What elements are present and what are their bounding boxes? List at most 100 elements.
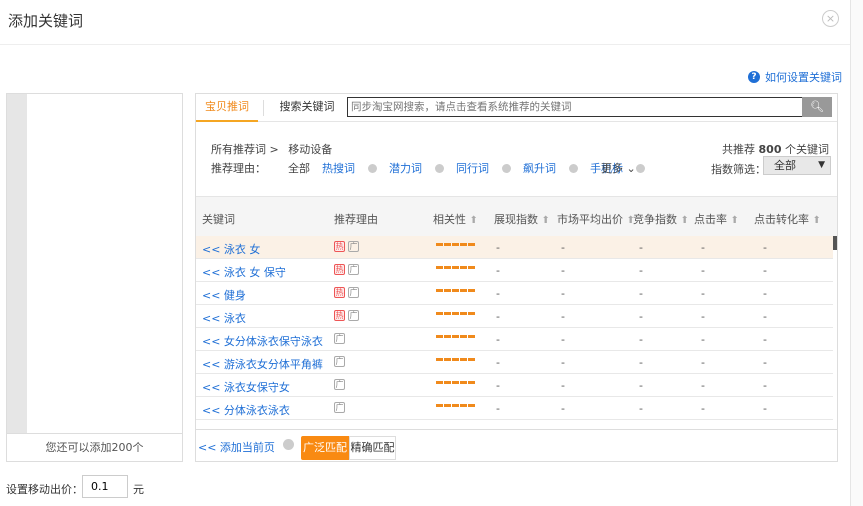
metric-value: - bbox=[763, 264, 767, 277]
metric-value: - bbox=[561, 356, 565, 369]
relevance-segment bbox=[452, 243, 459, 246]
question-icon[interactable] bbox=[368, 164, 377, 173]
bid-input[interactable] bbox=[82, 475, 128, 498]
selected-keywords-panel: 您还可以添加200个 bbox=[6, 93, 183, 462]
close-icon[interactable]: × bbox=[822, 10, 839, 27]
tab-search-keyword[interactable]: 搜索关键词 bbox=[268, 94, 346, 120]
keyword-link[interactable]: << 健身 bbox=[202, 287, 246, 303]
filter-rising-label: 飙升词 bbox=[523, 162, 556, 175]
col-ctr[interactable]: 点击率 ⬆ bbox=[694, 211, 739, 227]
table-row: << 泳衣 女 热广 - - - - - bbox=[196, 236, 833, 259]
sort-arrow-icon: ⬆ bbox=[469, 215, 478, 226]
keyword-link[interactable]: << 分体泳衣泳衣 bbox=[202, 402, 290, 418]
keyword-link[interactable]: << 游泳衣女分体平角裤 bbox=[202, 356, 323, 372]
metric-value: - bbox=[496, 379, 500, 392]
add-current-page-link[interactable]: << 添加当前页 bbox=[198, 439, 275, 455]
relevance-segment bbox=[468, 312, 475, 315]
col-competition[interactable]: 竞争指数 ⬆ bbox=[633, 211, 689, 227]
relevance-segment bbox=[452, 381, 459, 384]
col-label: 市场平均出价 bbox=[557, 213, 623, 226]
table-row: << 健身 热广 - - - - - bbox=[196, 282, 833, 305]
metric-value: - bbox=[496, 287, 500, 300]
col-relevance[interactable]: 相关性 ⬆ bbox=[433, 211, 478, 227]
metric-value: - bbox=[561, 264, 565, 277]
relevance-segment bbox=[436, 312, 443, 315]
metric-value: - bbox=[701, 379, 705, 392]
col-impression[interactable]: 展现指数 ⬆ bbox=[494, 211, 550, 227]
keyword-table: << 泳衣 女热广 - - - - - << 泳衣 女 保守热广 - - - - - << 健身热广 - -… bbox=[196, 236, 833, 420]
metric-value: - bbox=[496, 333, 500, 346]
keyword-link[interactable]: << 泳衣 女 保守 bbox=[202, 264, 286, 280]
broad-tag-icon: 广 bbox=[334, 356, 345, 367]
more-dropdown[interactable]: 更多 ⌄ bbox=[601, 160, 636, 176]
relevance-segment bbox=[452, 289, 459, 292]
total-count: 共推荐 800 个关键词 bbox=[722, 141, 829, 157]
question-icon[interactable] bbox=[636, 164, 645, 173]
question-icon[interactable] bbox=[502, 164, 511, 173]
exact-match-button[interactable]: 精确匹配 bbox=[349, 436, 396, 460]
relevance-segment bbox=[468, 404, 475, 407]
relevance-segment bbox=[468, 289, 475, 292]
question-icon[interactable] bbox=[283, 439, 294, 450]
filter-hot[interactable]: 热搜词 bbox=[322, 160, 377, 176]
tabs: 宝贝推词 搜索关键词 🔍︎ bbox=[196, 94, 837, 122]
relevance-segment bbox=[452, 266, 459, 269]
relevance-segment bbox=[436, 335, 443, 338]
broad-tag-icon: 广 bbox=[334, 333, 345, 344]
metric-value: - bbox=[639, 264, 643, 277]
metric-value: - bbox=[639, 356, 643, 369]
reason-tags: 热广 bbox=[334, 241, 359, 252]
metric-value: - bbox=[561, 241, 565, 254]
metric-value: - bbox=[639, 241, 643, 254]
filter-potential[interactable]: 潜力词 bbox=[389, 160, 444, 176]
search-input[interactable] bbox=[347, 97, 803, 117]
relevance-segment bbox=[444, 381, 451, 384]
hot-tag-icon: 热 bbox=[334, 241, 345, 252]
index-filter-select[interactable]: 全部 ▼ bbox=[763, 156, 831, 175]
filter-label: 推荐理由： bbox=[211, 162, 266, 175]
reason-tags: 广 bbox=[334, 356, 345, 367]
col-label: 展现指数 bbox=[494, 213, 538, 226]
relevance-segment bbox=[468, 243, 475, 246]
broad-tag-icon: 广 bbox=[348, 241, 359, 252]
keyword-link[interactable]: << 泳衣 bbox=[202, 310, 246, 326]
relevance-bar bbox=[436, 266, 475, 269]
metric-value: - bbox=[763, 310, 767, 323]
tab-item-recommend[interactable]: 宝贝推词 bbox=[196, 94, 258, 122]
col-cvr[interactable]: 点击转化率 ⬆ bbox=[754, 211, 821, 227]
filter-peer[interactable]: 同行词 bbox=[456, 160, 511, 176]
reason-tags: 广 bbox=[334, 379, 345, 390]
keyword-link[interactable]: << 女分体泳衣保守泳衣 bbox=[202, 333, 323, 349]
relevance-segment bbox=[468, 358, 475, 361]
relevance-segment bbox=[460, 404, 467, 407]
reason-filter: 推荐理由： 全部 热搜词 潜力词 同行词 飙升词 手机标 bbox=[211, 160, 657, 176]
keyword-link[interactable]: << 泳衣女保守女 bbox=[202, 379, 290, 395]
metric-value: - bbox=[701, 402, 705, 415]
reason-tags: 广 bbox=[334, 402, 345, 413]
filter-rising[interactable]: 飙升词 bbox=[523, 160, 578, 176]
hot-tag-icon: 热 bbox=[334, 264, 345, 275]
relevance-segment bbox=[460, 266, 467, 269]
metric-value: - bbox=[561, 379, 565, 392]
help-link[interactable]: ? 如何设置关键词 bbox=[748, 69, 842, 85]
broad-tag-icon: 广 bbox=[348, 287, 359, 298]
filter-all[interactable]: 全部 bbox=[288, 160, 310, 176]
metric-value: - bbox=[639, 402, 643, 415]
metric-value: - bbox=[701, 333, 705, 346]
selected-list bbox=[7, 94, 27, 434]
metric-value: - bbox=[496, 402, 500, 415]
keyword-link[interactable]: << 泳衣 女 bbox=[202, 241, 260, 257]
broad-match-button[interactable]: 广泛匹配 bbox=[301, 436, 349, 460]
search-button[interactable]: 🔍︎ bbox=[802, 97, 832, 117]
breadcrumb-root[interactable]: 所有推荐词 > bbox=[211, 143, 279, 156]
relevance-segment bbox=[460, 243, 467, 246]
total-prefix: 共推荐 bbox=[722, 143, 756, 156]
col-avg-bid[interactable]: 市场平均出价 ⬆ bbox=[557, 211, 635, 227]
scrollbar[interactable] bbox=[833, 236, 837, 250]
table-header: 关键词 推荐理由 相关性 ⬆ 展现指数 ⬆ 市场平均出价 ⬆ 竞争指数 ⬆ 点击… bbox=[196, 196, 837, 236]
question-icon[interactable] bbox=[435, 164, 444, 173]
hot-tag-icon: 热 bbox=[334, 310, 345, 321]
question-icon[interactable] bbox=[569, 164, 578, 173]
col-label: 点击转化率 bbox=[754, 213, 809, 226]
sort-arrow-icon: ⬆ bbox=[812, 215, 821, 226]
